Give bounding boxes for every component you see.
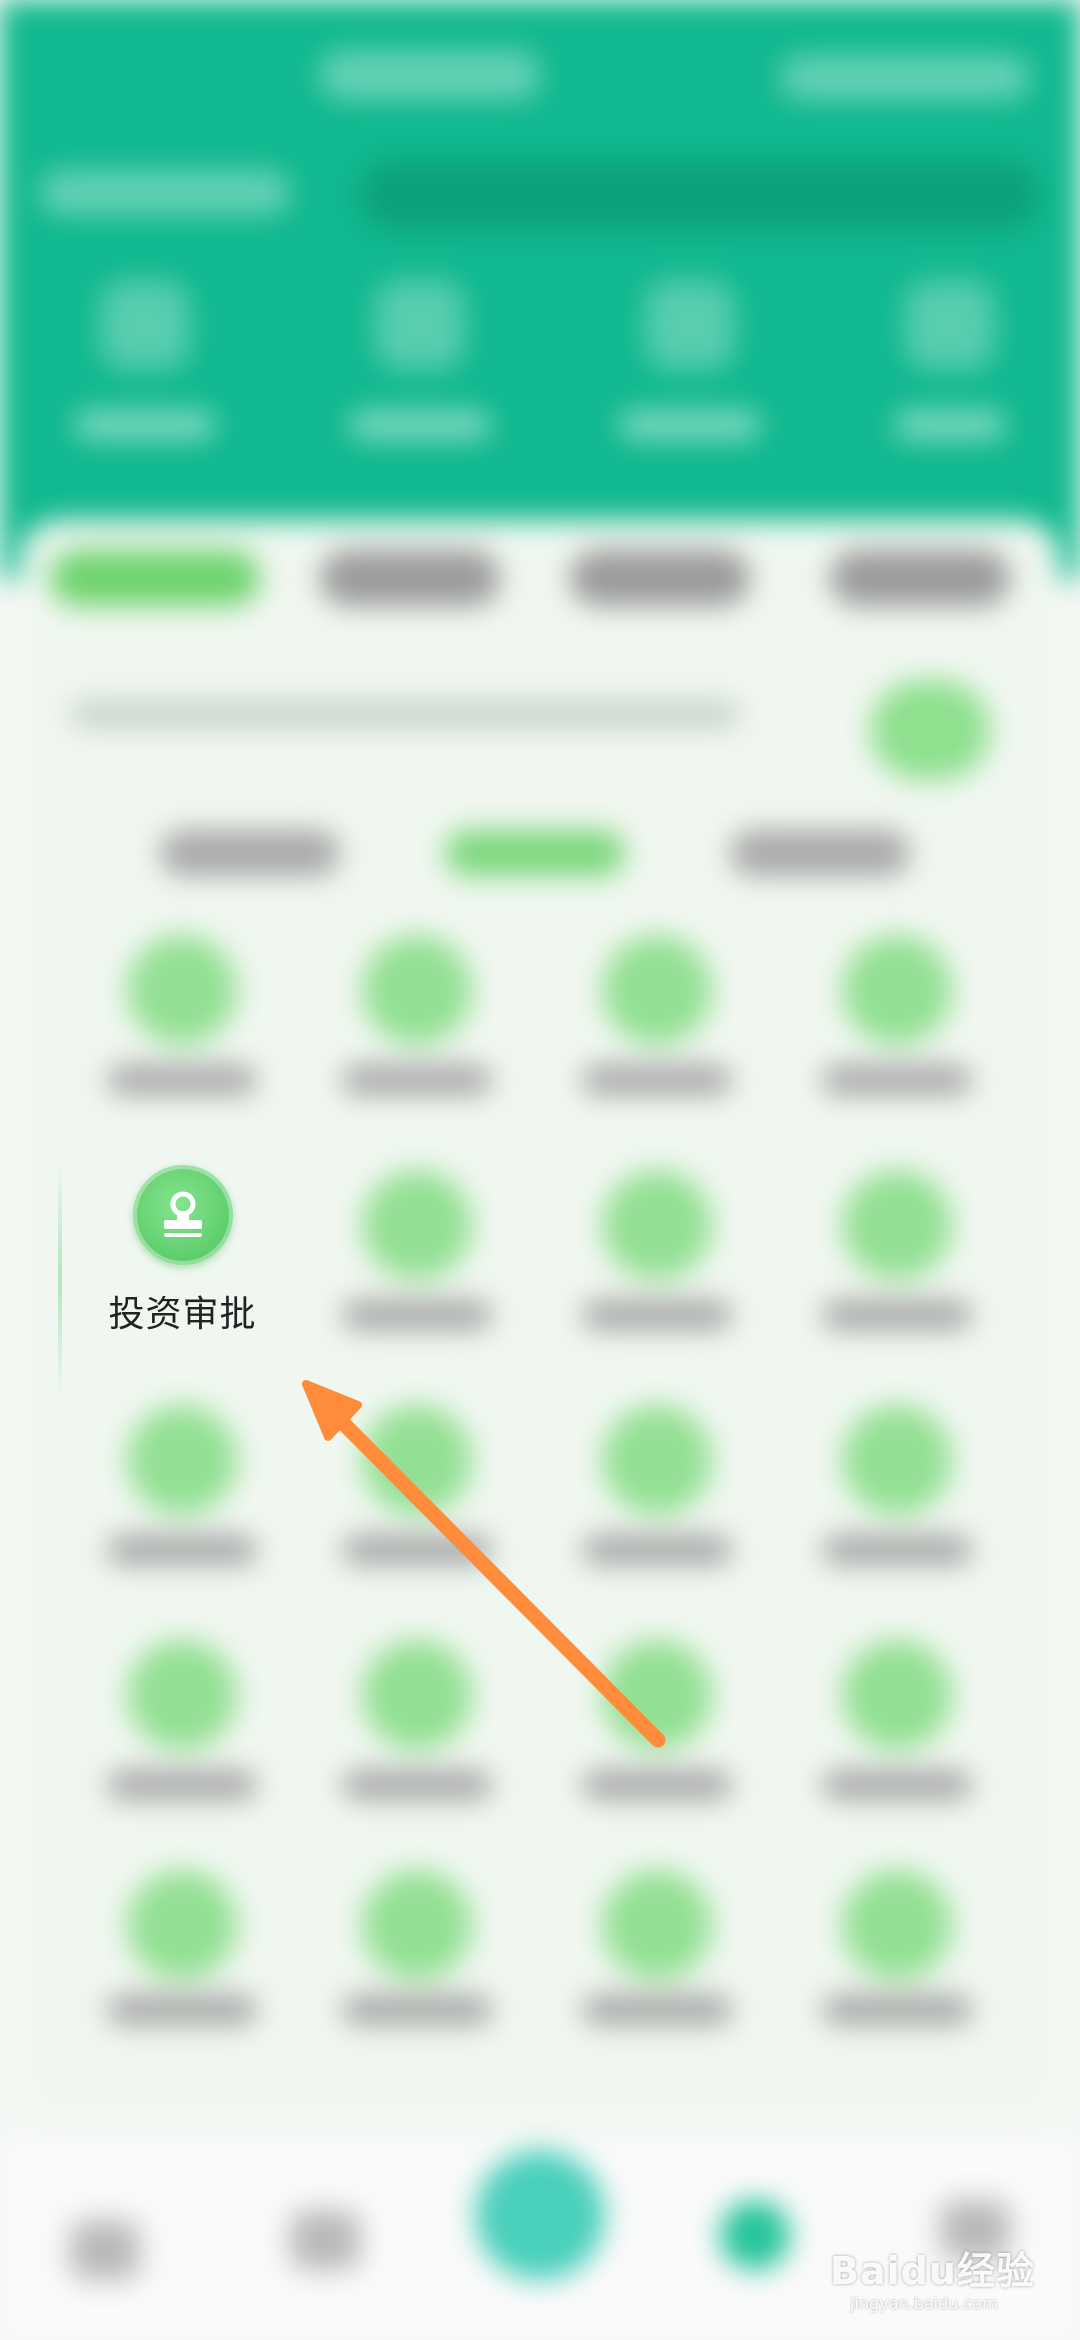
investment-approval-item[interactable]: 投资审批	[100, 1165, 265, 1345]
baidu-jingyan-watermark: Baidu经验 jingyan.baidu.com	[820, 2230, 1070, 2330]
nav-center-button	[475, 2150, 605, 2280]
service-label	[342, 1300, 492, 1330]
service-icon	[362, 1170, 472, 1280]
service-label	[107, 1535, 257, 1565]
service-icon	[127, 935, 237, 1045]
service-label	[822, 1995, 972, 2025]
service-icon	[842, 1640, 952, 1750]
header-shortcut-label	[895, 410, 1005, 440]
service-label	[582, 1995, 732, 2025]
category-tab	[320, 550, 500, 606]
service-label	[582, 1065, 732, 1095]
header-title-blur	[320, 50, 540, 100]
service-icon	[602, 1640, 712, 1750]
header-shortcut-icon	[100, 280, 190, 370]
watermark-url: jingyan.baidu.com	[850, 2294, 998, 2313]
header-shortcut-label	[75, 410, 215, 440]
service-icon	[842, 1170, 952, 1280]
category-tab	[570, 550, 750, 606]
service-label	[582, 1770, 732, 1800]
service-icon	[602, 1870, 712, 1980]
service-label	[342, 1065, 492, 1095]
sub-tab	[730, 830, 910, 876]
category-tab	[50, 550, 260, 606]
service-label	[822, 1770, 972, 1800]
sub-tab	[445, 830, 625, 876]
investment-approval-label: 投资审批	[108, 1294, 257, 1335]
header-shortcut-label	[350, 410, 490, 440]
service-icon	[842, 935, 952, 1045]
service-icon	[842, 1870, 952, 1980]
service-icon	[602, 1170, 712, 1280]
service-label	[107, 1065, 257, 1095]
service-label	[822, 1300, 972, 1330]
header-shortcut-icon	[375, 280, 465, 370]
header-shortcut-icon	[905, 280, 995, 370]
service-icon	[362, 935, 472, 1045]
service-label	[822, 1065, 972, 1095]
service-icon	[127, 1640, 237, 1750]
search-bar-blur	[360, 160, 1040, 230]
service-icon	[602, 935, 712, 1045]
watermark-logo-text: Baidu经验	[830, 2249, 1035, 2293]
notice-text-blur	[70, 700, 740, 728]
service-label	[107, 1770, 257, 1800]
service-label	[342, 1995, 492, 2025]
header-action-blur	[780, 55, 1030, 100]
sub-tab	[160, 830, 340, 876]
category-tab	[830, 550, 1010, 606]
focus-divider	[58, 1160, 62, 1400]
service-icon	[127, 1870, 237, 1980]
nav-tab-icon	[290, 2210, 360, 2270]
service-icon	[842, 1405, 952, 1515]
service-label	[822, 1535, 972, 1565]
service-label	[342, 1770, 492, 1800]
service-icon	[602, 1405, 712, 1515]
header-shortcut-label	[620, 410, 760, 440]
service-label	[582, 1535, 732, 1565]
header-shortcut-icon	[645, 280, 735, 370]
stamp-glyph	[163, 1191, 202, 1237]
service-label	[342, 1535, 492, 1565]
notice-badge	[870, 680, 990, 780]
nav-tab-icon	[70, 2220, 140, 2280]
service-label	[582, 1300, 732, 1330]
service-icon	[362, 1640, 472, 1750]
service-icon	[362, 1405, 472, 1515]
service-icon	[362, 1870, 472, 1980]
location-blur	[40, 170, 290, 215]
stamp-icon[interactable]	[132, 1165, 233, 1265]
service-icon	[127, 1405, 237, 1515]
service-label	[107, 1995, 257, 2025]
nav-tab-icon	[720, 2200, 790, 2270]
